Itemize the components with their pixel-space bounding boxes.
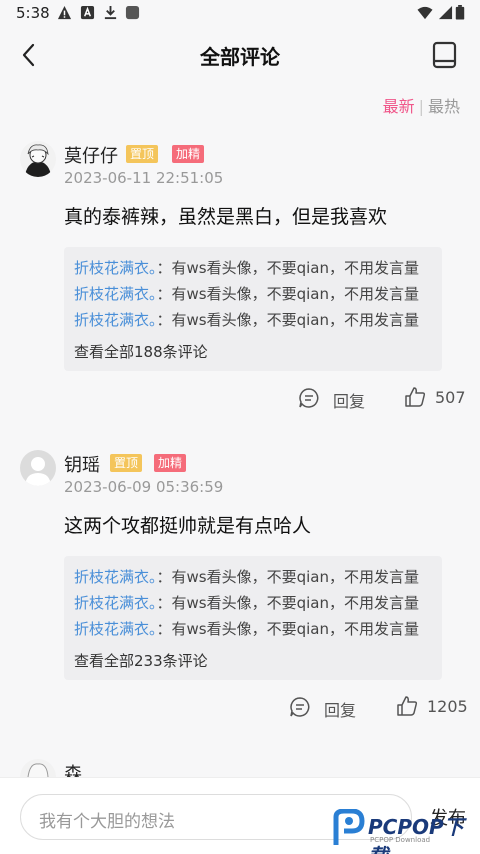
- reply-author[interactable]: 折枝花满衣。: [74, 311, 157, 329]
- page-title: 全部评论: [200, 45, 280, 69]
- reply-author[interactable]: 折枝花满衣。: [74, 594, 157, 612]
- avatar[interactable]: [20, 759, 56, 779]
- like-count: 1205: [427, 697, 468, 716]
- reply-preview-box[interactable]: 折枝花满衣。：有ws看头像，不要qian，不用发言量 折枝花满衣。：有ws看头像…: [64, 556, 442, 680]
- comment-time: 2023-06-09 05:36:59: [64, 478, 224, 496]
- app-square-icon: [125, 5, 140, 20]
- reply-line: 折枝花满衣。：有ws看头像，不要qian，不用发言量: [74, 257, 419, 278]
- like-icon[interactable]: [404, 386, 426, 408]
- wifi-icon: [417, 6, 433, 20]
- like-count: 507: [435, 388, 466, 407]
- reply-button[interactable]: 回复: [333, 388, 365, 412]
- sort-latest[interactable]: 最新: [383, 97, 415, 116]
- status-bar: 5:38: [0, 0, 480, 28]
- comments-screen: 5:38 全部评论 最新 | 最热 莫仔仔 置顶 加精 2023-06-11 22:…: [0, 0, 480, 854]
- reply-author[interactable]: 折枝花满衣。: [74, 620, 157, 638]
- comment-actions: 回复 507: [0, 386, 480, 416]
- comment-input-placeholder: 我有个大胆的想法: [39, 812, 175, 832]
- signal-icon: [438, 5, 453, 20]
- reply-line: 折枝花满衣。：有ws看头像，不要qian，不用发言量: [74, 618, 419, 639]
- reply-text: ：有ws看头像，不要qian，不用发言量: [156, 311, 419, 329]
- reply-author[interactable]: 折枝花满衣。: [74, 259, 157, 277]
- sort-hottest[interactable]: 最热: [428, 97, 460, 116]
- reply-text: ：有ws看头像，不要qian，不用发言量: [156, 285, 419, 303]
- watermark-sub: PCPOP Download: [370, 836, 431, 844]
- featured-badge: 加精: [154, 454, 187, 472]
- comment-item: 钥瑶 置顶 加精 2023-06-09 05:36:59 这两个攻都挺帅就是有点…: [0, 450, 480, 730]
- sort-separator: |: [418, 97, 424, 116]
- app-a-icon: [80, 5, 95, 20]
- comment-actions: 回复 1205: [0, 695, 480, 725]
- sort-switch: 最新 | 最热: [383, 93, 460, 117]
- username: 钥瑶: [64, 455, 100, 476]
- featured-badge: 加精: [172, 145, 205, 163]
- like-icon[interactable]: [396, 695, 418, 717]
- reply-text: ：有ws看头像，不要qian，不用发言量: [156, 594, 419, 612]
- reply-line: 折枝花满衣。：有ws看头像，不要qian，不用发言量: [74, 592, 419, 613]
- pcpop-logo-icon: [333, 809, 365, 845]
- comment-body: 真的泰裤辣，虽然是黑白，但是我喜欢: [64, 206, 388, 228]
- watermark: PCPOP下载 PCPOP Download: [332, 807, 480, 854]
- comment-body: 这两个攻都挺帅就是有点哈人: [64, 515, 312, 537]
- book-icon[interactable]: [428, 39, 460, 71]
- reply-author[interactable]: 折枝花满衣。: [74, 568, 157, 586]
- avatar[interactable]: [20, 450, 56, 486]
- download-icon: [104, 5, 117, 20]
- reply-preview-box[interactable]: 折枝花满衣。：有ws看头像，不要qian，不用发言量 折枝花满衣。：有ws看头像…: [64, 247, 442, 371]
- reply-line: 折枝花满衣。：有ws看头像，不要qian，不用发言量: [74, 566, 419, 587]
- reply-button[interactable]: 回复: [324, 697, 356, 721]
- view-all-replies[interactable]: 查看全部233条评论: [74, 650, 208, 671]
- reply-author[interactable]: 折枝花满衣。: [74, 285, 157, 303]
- username: 莫仔仔: [64, 146, 118, 167]
- watermark-brand: PCPOP下载: [368, 815, 464, 854]
- top-bar: 全部评论: [0, 28, 480, 82]
- alert-icon: [57, 5, 72, 20]
- reply-text: ：有ws看头像，不要qian，不用发言量: [156, 568, 419, 586]
- reply-icon[interactable]: [289, 696, 311, 718]
- pinned-badge: 置顶: [110, 454, 143, 472]
- reply-text: ：有ws看头像，不要qian，不用发言量: [156, 259, 419, 277]
- comment-item: 莫仔仔 置顶 加精 2023-06-11 22:51:05 真的泰裤辣，虽然是黑…: [0, 141, 480, 421]
- reply-text: ：有ws看头像，不要qian，不用发言量: [156, 620, 419, 638]
- pinned-badge: 置顶: [126, 145, 159, 163]
- comment-item: 森: [0, 759, 480, 779]
- status-time: 5:38: [16, 4, 50, 22]
- reply-icon[interactable]: [298, 387, 320, 409]
- reply-line: 折枝花满衣。：有ws看头像，不要qian，不用发言量: [74, 283, 419, 304]
- reply-line: 折枝花满衣。：有ws看头像，不要qian，不用发言量: [74, 309, 419, 330]
- avatar[interactable]: [20, 141, 56, 177]
- battery-icon: [455, 5, 465, 20]
- comment-time: 2023-06-11 22:51:05: [64, 169, 224, 187]
- view-all-replies[interactable]: 查看全部188条评论: [74, 341, 208, 362]
